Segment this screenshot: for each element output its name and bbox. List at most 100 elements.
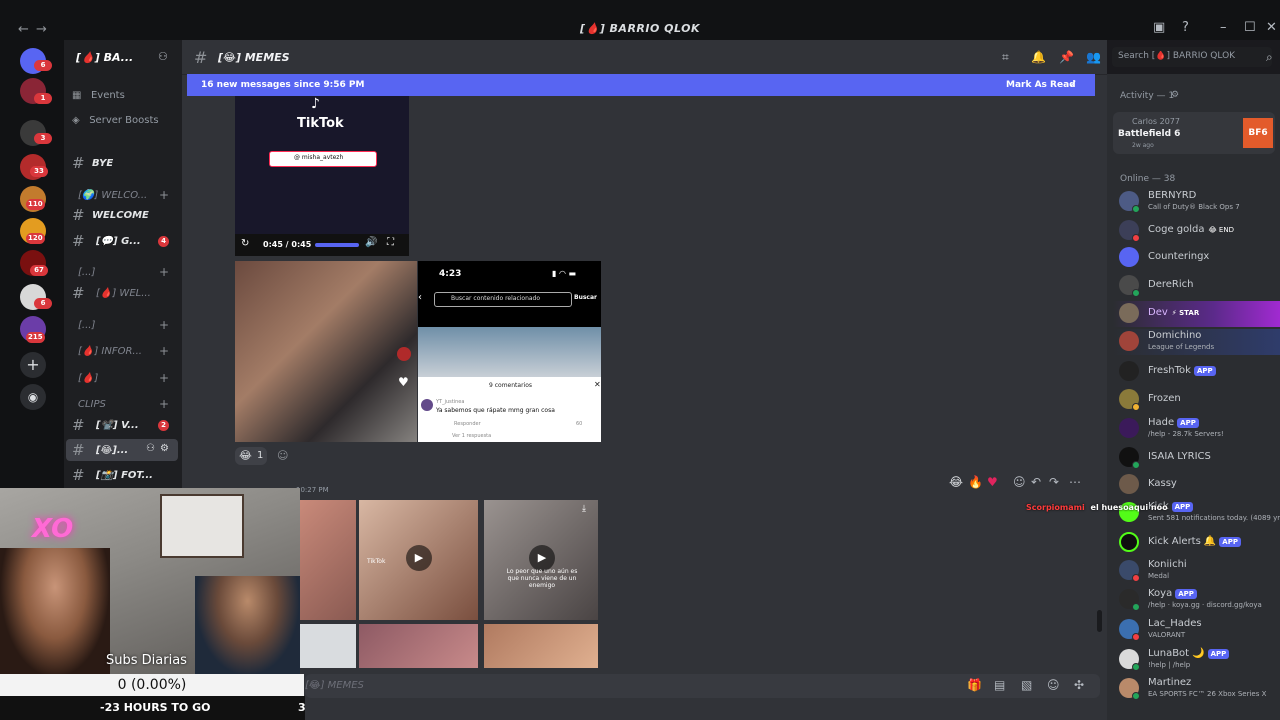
member-item[interactable]: Dev ⚡ STAR xyxy=(1113,301,1280,327)
add-channel-icon[interactable]: + xyxy=(159,318,169,332)
channel-category[interactable]: [...] xyxy=(78,267,95,278)
video-thumbnail[interactable] xyxy=(300,500,356,620)
search-input[interactable]: Search [🩸] BARRIO QLOK xyxy=(1112,47,1272,67)
threads-icon[interactable]: ⌗ xyxy=(1002,50,1009,65)
online-status-icon xyxy=(1132,692,1140,700)
replay-icon[interactable]: ↻ xyxy=(241,238,249,249)
help-icon[interactable]: ? xyxy=(1182,20,1189,35)
member-item[interactable]: Koya APP /help · koya.gg · discord.gg/koy… xyxy=(1119,587,1279,613)
member-item[interactable]: Frozen xyxy=(1119,387,1279,413)
member-item[interactable]: ISAIA LYRICS xyxy=(1119,445,1279,471)
add-channel-icon[interactable]: + xyxy=(159,371,169,385)
channel-item[interactable]: [😂]... xyxy=(96,445,128,456)
heart-emoji-icon[interactable]: ♥ xyxy=(987,475,998,489)
app-badge: APP xyxy=(1193,366,1216,376)
gif-icon[interactable]: ▤ xyxy=(994,678,1005,692)
add-channel-icon[interactable]: + xyxy=(159,188,169,202)
member-item[interactable]: LunaBot 🌙 APP !help | /help xyxy=(1119,647,1279,673)
play-icon[interactable]: ▶ xyxy=(406,545,432,571)
video-thumbnail[interactable] xyxy=(484,624,598,668)
server-name[interactable]: [🩸] BA... xyxy=(76,51,133,64)
bell-icon[interactable]: 🔔 xyxy=(1031,50,1046,64)
apps-icon[interactable]: ✣ xyxy=(1074,678,1084,692)
mark-as-read-button[interactable]: Mark As Read xyxy=(1006,80,1076,90)
server-boosts-label: Server Boosts xyxy=(89,115,159,126)
online-status-icon xyxy=(1132,603,1140,611)
video-thumbnail[interactable] xyxy=(300,624,356,668)
events-item[interactable]: ▦ Events xyxy=(72,88,177,106)
member-item[interactable]: Koniichi Medal xyxy=(1119,558,1279,584)
activity-card[interactable]: Carlos 2077 Battlefield 6 2w ago BF6 xyxy=(1113,112,1275,154)
add-channel-icon[interactable]: + xyxy=(159,265,169,279)
maximize-button[interactable]: ☐ xyxy=(1244,20,1256,35)
message-input[interactable]: [😂] MEMES 🎁 ▤ ▧ ☺ ✣ xyxy=(305,674,1100,698)
video-thumbnail[interactable]: ▶ ⤓ Lo peor que uno aún es que nunca vie… xyxy=(484,500,598,620)
emoji-icon[interactable]: ☺ xyxy=(1047,678,1060,692)
add-channel-icon[interactable]: + xyxy=(159,344,169,358)
download-icon[interactable]: ⤓ xyxy=(582,504,586,514)
add-reaction-icon[interactable]: ☺ xyxy=(1013,475,1026,489)
member-item[interactable]: BERNYRD Call of Duty® Black Ops 7 xyxy=(1119,189,1279,215)
server-badge: 120 xyxy=(26,233,45,244)
comment-user: YT_justinea xyxy=(436,399,465,405)
channel-category[interactable]: [🌍] WELCO... xyxy=(78,190,147,201)
gear-icon[interactable]: ⚙ xyxy=(160,443,169,454)
discover-icon[interactable]: ◉ xyxy=(20,384,46,410)
member-item[interactable]: Coge golda 😂 END xyxy=(1119,218,1279,244)
add-member-icon[interactable]: ⚇ xyxy=(158,50,168,63)
channel-item[interactable]: [📸] FOT... xyxy=(96,470,153,481)
inbox-icon[interactable]: ▣ xyxy=(1153,20,1165,35)
member-item[interactable]: Lac_Hades VALORANT xyxy=(1119,617,1279,643)
channel-sidebar: [🩸] BA... ⚇ ▦ Events ◈ Server Boosts # B… xyxy=(64,40,182,490)
search-icon[interactable]: ⌕ xyxy=(1266,50,1273,65)
member-item[interactable]: Counteringx xyxy=(1119,245,1279,271)
channel-item[interactable]: [💬] G... xyxy=(96,236,141,247)
message-input-placeholder: [😂] MEMES xyxy=(305,680,364,691)
pin-icon[interactable]: 📌 xyxy=(1059,50,1074,64)
forward-icon[interactable]: ↷ xyxy=(1049,475,1059,489)
avatar xyxy=(1119,418,1139,438)
member-item[interactable]: Domichino League of Legends xyxy=(1113,329,1280,355)
minimize-button[interactable]: – xyxy=(1220,20,1227,35)
screenshot-attachment[interactable]: 4:23 ▮ ◠ ▬ ‹ Buscar contenido relacionad… xyxy=(418,261,601,442)
member-item[interactable]: FreshTok APP xyxy=(1119,359,1279,385)
member-item[interactable]: Hade APP /help - 28.7k Servers! xyxy=(1119,416,1279,442)
new-messages-banner[interactable]: 16 new messages since 9:56 PM Mark As Re… xyxy=(187,74,1095,96)
add-server-icon[interactable]: + xyxy=(20,352,46,378)
channel-item[interactable]: [📽️] V... xyxy=(96,420,139,431)
channel-item[interactable]: [🩸] WEL... xyxy=(96,288,151,299)
add-member-icon[interactable]: ⚇ xyxy=(146,443,155,454)
channel-item[interactable]: WELCOME xyxy=(92,210,149,221)
channel-category[interactable]: [🩸] xyxy=(78,373,98,384)
gift-icon[interactable]: 🎁 xyxy=(967,678,982,692)
server-boosts-item[interactable]: ◈ Server Boosts xyxy=(72,113,177,131)
add-channel-icon[interactable]: + xyxy=(159,397,169,411)
channel-category[interactable]: CLIPS xyxy=(78,399,106,410)
video-thumbnail[interactable]: ▶ TikTok xyxy=(359,500,478,620)
member-item[interactable]: DereRich xyxy=(1119,273,1279,299)
video-embed[interactable]: ♪ TikTok @ misha_avtezh ↻ 0:45 / 0:45 🔊 … xyxy=(235,96,409,256)
progress-bar[interactable] xyxy=(315,243,359,247)
member-item[interactable]: Kick Alerts 🔔 APP xyxy=(1119,530,1279,556)
volume-icon[interactable]: 🔊 xyxy=(365,237,377,248)
joy-emoji-icon[interactable]: 😂 xyxy=(949,475,963,489)
video-thumbnail[interactable] xyxy=(359,624,478,668)
more-icon[interactable]: ⋯ xyxy=(1069,475,1081,489)
member-item[interactable]: Kassy xyxy=(1119,472,1279,498)
gear-icon[interactable]: ⚙ xyxy=(1171,90,1179,100)
channel-item[interactable]: BYE xyxy=(92,158,113,169)
channel-category[interactable]: [...] xyxy=(78,320,95,331)
reaction-button[interactable]: 😂 1 xyxy=(235,447,267,465)
add-reaction-icon[interactable]: ☺ xyxy=(277,449,288,462)
members-icon[interactable]: 👥 xyxy=(1086,50,1101,64)
close-button[interactable]: ✕ xyxy=(1266,20,1277,35)
channel-category[interactable]: [🩸] INFOR... xyxy=(78,346,142,357)
member-name: Kassy xyxy=(1148,478,1177,489)
photo-attachment[interactable]: ♥ xyxy=(235,261,417,442)
sticker-icon[interactable]: ▧ xyxy=(1021,678,1032,692)
chat-scrollbar[interactable] xyxy=(1097,610,1102,632)
fullscreen-icon[interactable]: ⛶ xyxy=(387,237,394,248)
member-item[interactable]: Martinez EA SPORTS FC™ 26 Xbox Series X xyxy=(1119,676,1279,702)
fire-emoji-icon[interactable]: 🔥 xyxy=(968,475,983,489)
reply-icon[interactable]: ↶ xyxy=(1031,475,1041,489)
